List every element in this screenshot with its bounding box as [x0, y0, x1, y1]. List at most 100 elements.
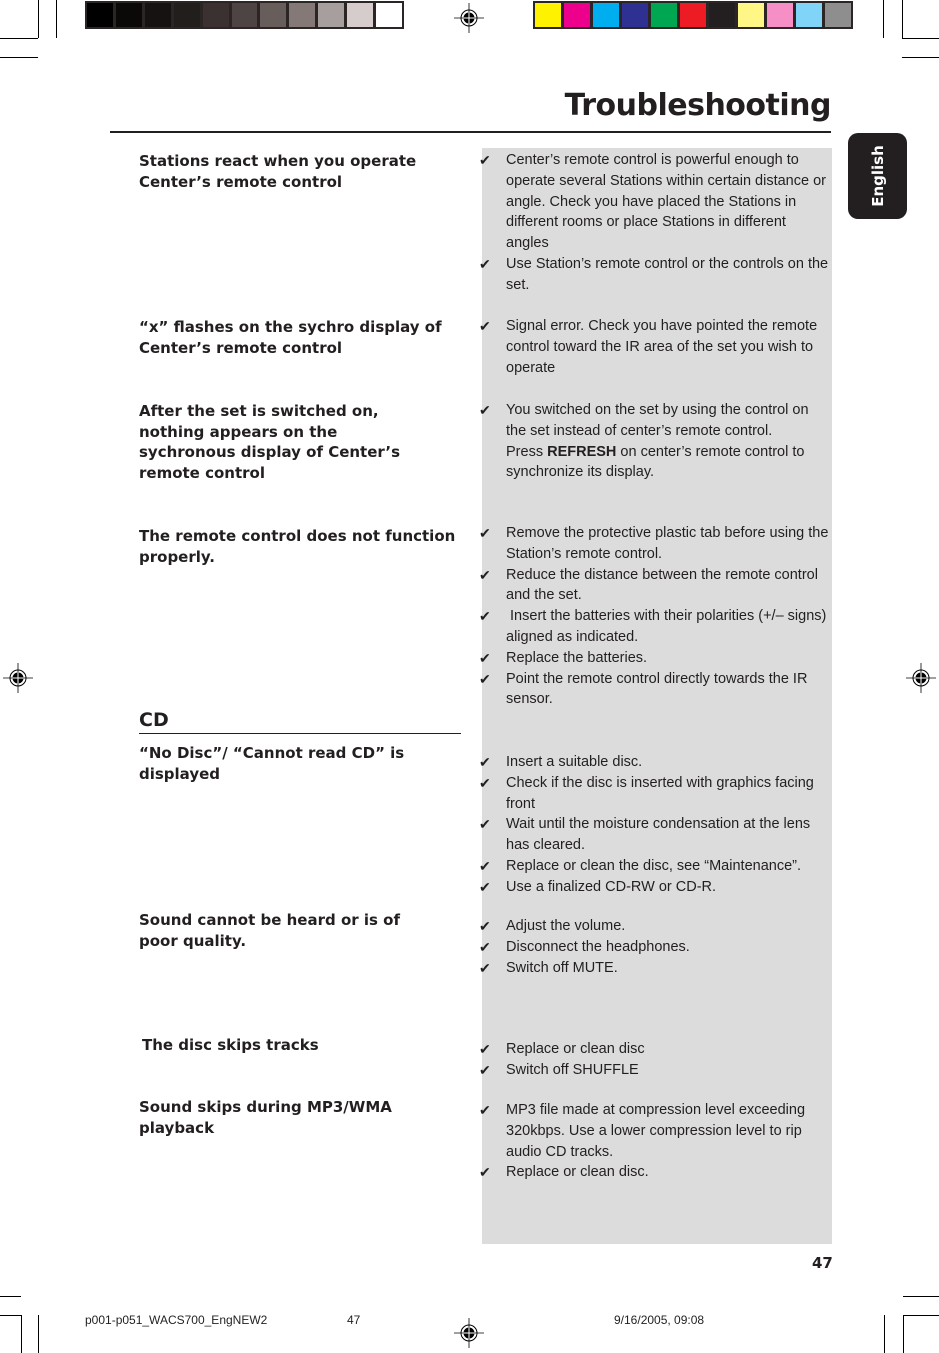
- check-icon: ✔: [479, 255, 491, 272]
- problem-heading: “No Disc”/ “Cannot read CD” is displayed: [139, 744, 405, 783]
- solution-item: ✔ Reduce the distance between the remote …: [479, 566, 818, 604]
- color-swatch: [260, 3, 287, 27]
- color-swatch: [767, 3, 793, 27]
- footer-filename: p001-p051_WACS700_EngNEW2: [85, 1313, 268, 1327]
- color-swatch: [318, 3, 345, 27]
- solution-item: ✔ Replace the batteries.: [479, 648, 829, 669]
- solution-item: ✔ Replace or clean disc.: [479, 1162, 829, 1183]
- crop-mark: [0, 57, 38, 58]
- color-swatch: [680, 3, 706, 27]
- solution-item: ✔ Switch off MUTE.: [479, 958, 829, 979]
- check-icon: ✔: [479, 918, 491, 934]
- check-icon: ✔: [479, 566, 491, 583]
- check-icon: ✔: [479, 1102, 491, 1118]
- color-swatch: [376, 3, 402, 27]
- crop-mark: [902, 0, 903, 38]
- check-icon: ✔: [479, 857, 491, 874]
- solution-item: ✔ MP3 file made at compression level exce…: [479, 1102, 806, 1160]
- check-icon: ✔: [479, 938, 491, 955]
- footer-page: 47: [347, 1313, 361, 1327]
- solution-item: ✔ Check if the disc is inserted with grap…: [479, 774, 814, 812]
- check-icon: ✔: [479, 1164, 491, 1181]
- grayscale-calibration-bar: [85, 1, 404, 29]
- crop-mark: [902, 38, 939, 39]
- color-swatch: [173, 3, 200, 27]
- check-icon: ✔: [479, 670, 491, 687]
- problem-heading: “x” flashes on the sychro display of Cen…: [139, 318, 442, 357]
- solution-list: ✔ Adjust the volume. ✔ Disconnect the head…: [479, 916, 829, 978]
- solution-list: ✔ Center’s remote control is powerful eno…: [479, 150, 829, 296]
- solution-list: ✔ Replace or clean disc ✔ Switch off SHUFF…: [479, 1039, 829, 1081]
- crop-mark: [902, 57, 939, 58]
- check-icon: ✔: [479, 402, 491, 418]
- color-swatch: [651, 3, 677, 27]
- solution-list: ✔ Insert a suitable disc. ✔ Check if the d…: [479, 752, 829, 898]
- page-number: 47: [812, 1254, 833, 1272]
- solution-list: ✔ Signal error. Check you have pointed th…: [479, 316, 829, 378]
- check-icon: ✔: [479, 649, 491, 666]
- color-swatch: [738, 3, 764, 27]
- registration-mark-icon: [454, 3, 484, 33]
- problem-heading: Sound cannot be heard or is of poor qual…: [139, 911, 401, 950]
- solution-item: ✔ Replace or clean disc: [479, 1039, 829, 1060]
- solution-item: ✔ Signal error. Check you have pointed th…: [479, 318, 818, 376]
- section-rule: [139, 733, 461, 734]
- refresh-keyword: REFRESH: [547, 443, 617, 460]
- solution-item: ✔ Disconnect the headphones.: [479, 937, 829, 958]
- check-icon: ✔: [479, 816, 491, 833]
- color-swatch: [796, 3, 822, 27]
- title-rule: [110, 131, 831, 133]
- color-swatch: [709, 3, 735, 27]
- check-icon: ✔: [479, 608, 491, 625]
- crop-mark: [883, 0, 884, 38]
- color-swatch: [347, 3, 374, 27]
- problem-heading: Stations react when you operate Center’s…: [139, 152, 417, 191]
- print-slug: p001-p051_WACS700_EngNEW2 47 9/16/2005, …: [0, 1313, 939, 1333]
- crop-mark: [56, 0, 57, 38]
- solution-item: ✔ Point the remote control directly towar…: [479, 670, 808, 708]
- color-swatch: [622, 3, 648, 27]
- color-calibration-bar: [533, 1, 853, 29]
- page-title: Troubleshooting: [564, 88, 832, 123]
- problem-heading: The disc skips tracks: [142, 1036, 319, 1054]
- crop-mark: [903, 1296, 939, 1297]
- solution-item: ✔ Use Station’s remote control or the con…: [479, 255, 829, 293]
- language-tab-label: English: [868, 145, 887, 207]
- registration-mark-icon: [3, 663, 33, 693]
- section-heading-cd: CD: [139, 709, 169, 731]
- crop-mark: [0, 38, 38, 39]
- color-swatch: [115, 3, 142, 27]
- solution-item: ✔ Replace or clean the disc, see “Mainten…: [479, 856, 829, 877]
- check-icon: ✔: [479, 754, 491, 770]
- crop-mark: [0, 1296, 21, 1297]
- solution-list: ✔ You switched on the set by using the c…: [479, 400, 829, 483]
- language-tab: English: [848, 133, 907, 219]
- solution-list: ✔ MP3 file made at compression level exce…: [479, 1100, 829, 1183]
- color-swatch: [564, 3, 590, 27]
- color-swatch: [535, 3, 561, 27]
- solution-item: ✔ Insert a suitable disc.: [479, 752, 829, 773]
- solution-item: ✔ Remove the protective plastic tab befor…: [479, 525, 829, 562]
- check-icon: ✔: [479, 152, 491, 168]
- check-icon: ✔: [479, 959, 491, 976]
- solution-item: ✔ Insert the batteries with their polari…: [479, 608, 831, 645]
- color-swatch: [231, 3, 258, 27]
- check-icon: ✔: [479, 525, 491, 541]
- solution-item: ✔ Use a finalized CD-RW or CD-R.: [479, 877, 829, 898]
- footer-timestamp: 9/16/2005, 09:08: [614, 1313, 705, 1327]
- check-icon: ✔: [479, 1061, 491, 1078]
- problem-heading: Sound skips during MP3/WMA playback: [139, 1098, 392, 1137]
- check-icon: ✔: [479, 1041, 491, 1057]
- color-swatch: [825, 3, 851, 27]
- solution-list: ✔ Remove the protective plastic tab befor…: [479, 523, 829, 710]
- solution-item: ✔ Switch off SHUFFLE: [479, 1060, 829, 1081]
- problem-heading: After the set is switched on, nothing ap…: [139, 402, 401, 482]
- solution-item: ✔ Wait until the moisture condensation at…: [479, 816, 811, 854]
- solution-item: ✔ Adjust the volume.: [479, 916, 829, 937]
- registration-mark-icon: [906, 663, 936, 693]
- color-swatch: [289, 3, 316, 27]
- check-icon: ✔: [479, 774, 491, 791]
- color-swatch: [87, 3, 113, 27]
- solution-item: ✔ You switched on the set by using the c…: [479, 402, 809, 481]
- solution-item: ✔ Center’s remote control is powerful eno…: [479, 152, 826, 252]
